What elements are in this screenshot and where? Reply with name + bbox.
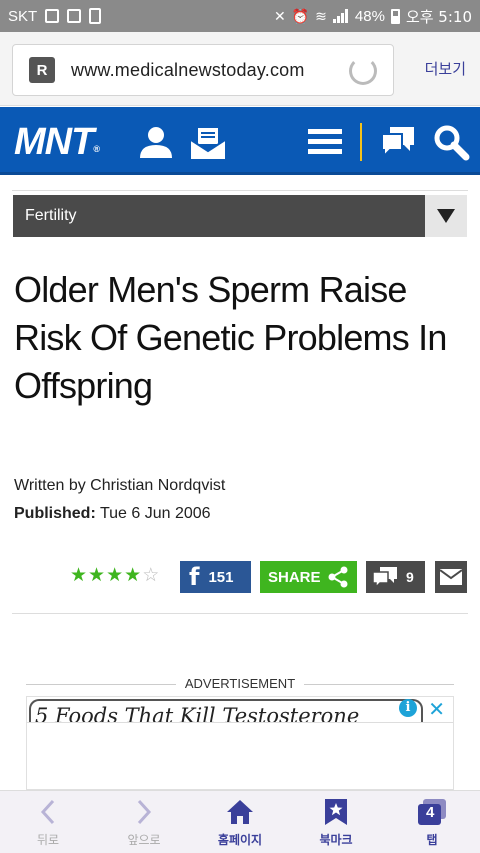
more-button[interactable]: 더보기 bbox=[425, 58, 466, 79]
user-icon[interactable] bbox=[138, 124, 174, 160]
comments-icon bbox=[372, 567, 397, 588]
tabs-icon: 4 bbox=[417, 797, 447, 827]
tabs-button[interactable]: 4 탭 bbox=[384, 791, 480, 853]
forward-label: 앞으로 bbox=[127, 833, 161, 847]
facebook-share-button[interactable]: f 151 bbox=[180, 561, 251, 593]
facebook-count: 151 bbox=[208, 568, 234, 586]
email-share-button[interactable] bbox=[435, 561, 467, 593]
bookmark-icon bbox=[324, 797, 348, 827]
dropdown-arrow-icon[interactable] bbox=[425, 195, 467, 237]
logo-text: MNT bbox=[14, 121, 94, 163]
category-label: Fertility bbox=[25, 207, 77, 224]
share-button[interactable]: SHARE bbox=[260, 561, 357, 593]
discussion-icon[interactable] bbox=[380, 125, 416, 159]
ad-headline[interactable]: 5 Foods That Kill Testosterone bbox=[29, 699, 423, 723]
screenshot-notification-icon bbox=[67, 9, 82, 23]
star-icon[interactable]: ★ bbox=[88, 566, 105, 586]
ad-divider bbox=[27, 722, 453, 723]
reader-mode-icon[interactable]: R bbox=[29, 57, 55, 83]
alarm-icon: ⏰ bbox=[291, 8, 310, 24]
ad-close-icon[interactable]: ✕ bbox=[428, 697, 445, 722]
email-icon bbox=[440, 569, 462, 585]
share-label: SHARE bbox=[268, 568, 321, 586]
newsletter-icon[interactable] bbox=[190, 126, 226, 160]
back-button[interactable]: 뒤로 bbox=[0, 791, 96, 853]
carrier-label: SKT bbox=[8, 7, 38, 25]
forward-button[interactable]: 앞으로 bbox=[96, 791, 192, 853]
star-icon[interactable]: ★ bbox=[124, 566, 141, 586]
site-logo[interactable]: MNT® bbox=[14, 121, 100, 164]
star-icon[interactable]: ★ bbox=[70, 566, 87, 586]
clock: 오후 5:10 bbox=[405, 7, 472, 26]
mute-icon: ✕ bbox=[274, 8, 286, 24]
browser-bottom-nav: 뒤로 앞으로 홈페이지 북마크 4 탭 bbox=[0, 790, 480, 853]
category-dropdown[interactable]: Fertility bbox=[13, 195, 467, 237]
rating-stars[interactable]: ★ ★ ★ ★ ☆ bbox=[70, 566, 159, 586]
published-date: Tue 6 Jun 2006 bbox=[99, 505, 211, 522]
bookmarks-button[interactable]: 북마크 bbox=[288, 791, 384, 853]
tabs-count: 4 bbox=[426, 804, 435, 821]
signal-icon bbox=[332, 9, 348, 23]
share-icon bbox=[328, 566, 348, 588]
battery-icon bbox=[390, 8, 400, 24]
logo-trademark: ® bbox=[93, 144, 100, 154]
divider bbox=[12, 190, 468, 191]
address-bar[interactable]: R www.medicalnewstoday.com bbox=[12, 44, 394, 96]
wifi-icon: ≋ bbox=[315, 8, 327, 24]
published-label: Published: bbox=[14, 505, 96, 522]
publish-info: Published: Tue 6 Jun 2006 bbox=[14, 505, 211, 523]
site-header: MNT® bbox=[0, 107, 480, 175]
article-byline[interactable]: Written by Christian Nordqvist bbox=[14, 477, 225, 495]
ad-info-icon[interactable]: i bbox=[399, 699, 417, 717]
comments-button[interactable]: 9 bbox=[366, 561, 425, 593]
home-label: 홈페이지 bbox=[217, 833, 263, 847]
battery-percent: 48% bbox=[354, 7, 385, 25]
divider bbox=[12, 613, 468, 614]
back-label: 뒤로 bbox=[36, 833, 60, 847]
home-button[interactable]: 홈페이지 bbox=[192, 791, 288, 853]
browser-toolbar: R www.medicalnewstoday.com 더보기 bbox=[0, 32, 480, 106]
tabs-label: 탭 bbox=[426, 833, 438, 847]
menu-icon[interactable] bbox=[308, 127, 342, 157]
gallery-notification-icon bbox=[45, 9, 60, 23]
bookmarks-label: 북마크 bbox=[319, 833, 353, 847]
advertisement-label: ADVERTISEMENT bbox=[26, 676, 454, 691]
advertisement-banner[interactable]: 5 Foods That Kill Testosterone i ✕ bbox=[26, 696, 454, 790]
comment-count: 9 bbox=[406, 569, 414, 585]
search-icon[interactable] bbox=[432, 123, 470, 161]
star-empty-icon[interactable]: ☆ bbox=[142, 566, 159, 586]
article-title: Older Men's Sperm Raise Risk Of Genetic … bbox=[14, 269, 447, 406]
reload-icon[interactable] bbox=[349, 57, 377, 85]
status-bar: SKT ✕ ⏰ ≋ 48% 오후 5:10 bbox=[0, 0, 480, 32]
device-notification-icon bbox=[89, 8, 102, 24]
back-icon bbox=[39, 797, 57, 827]
url-text[interactable]: www.medicalnewstoday.com bbox=[71, 60, 321, 81]
forward-icon bbox=[135, 797, 153, 827]
header-divider bbox=[360, 123, 362, 161]
star-icon[interactable]: ★ bbox=[106, 566, 123, 586]
facebook-icon: f bbox=[189, 563, 200, 591]
home-icon bbox=[226, 797, 254, 827]
